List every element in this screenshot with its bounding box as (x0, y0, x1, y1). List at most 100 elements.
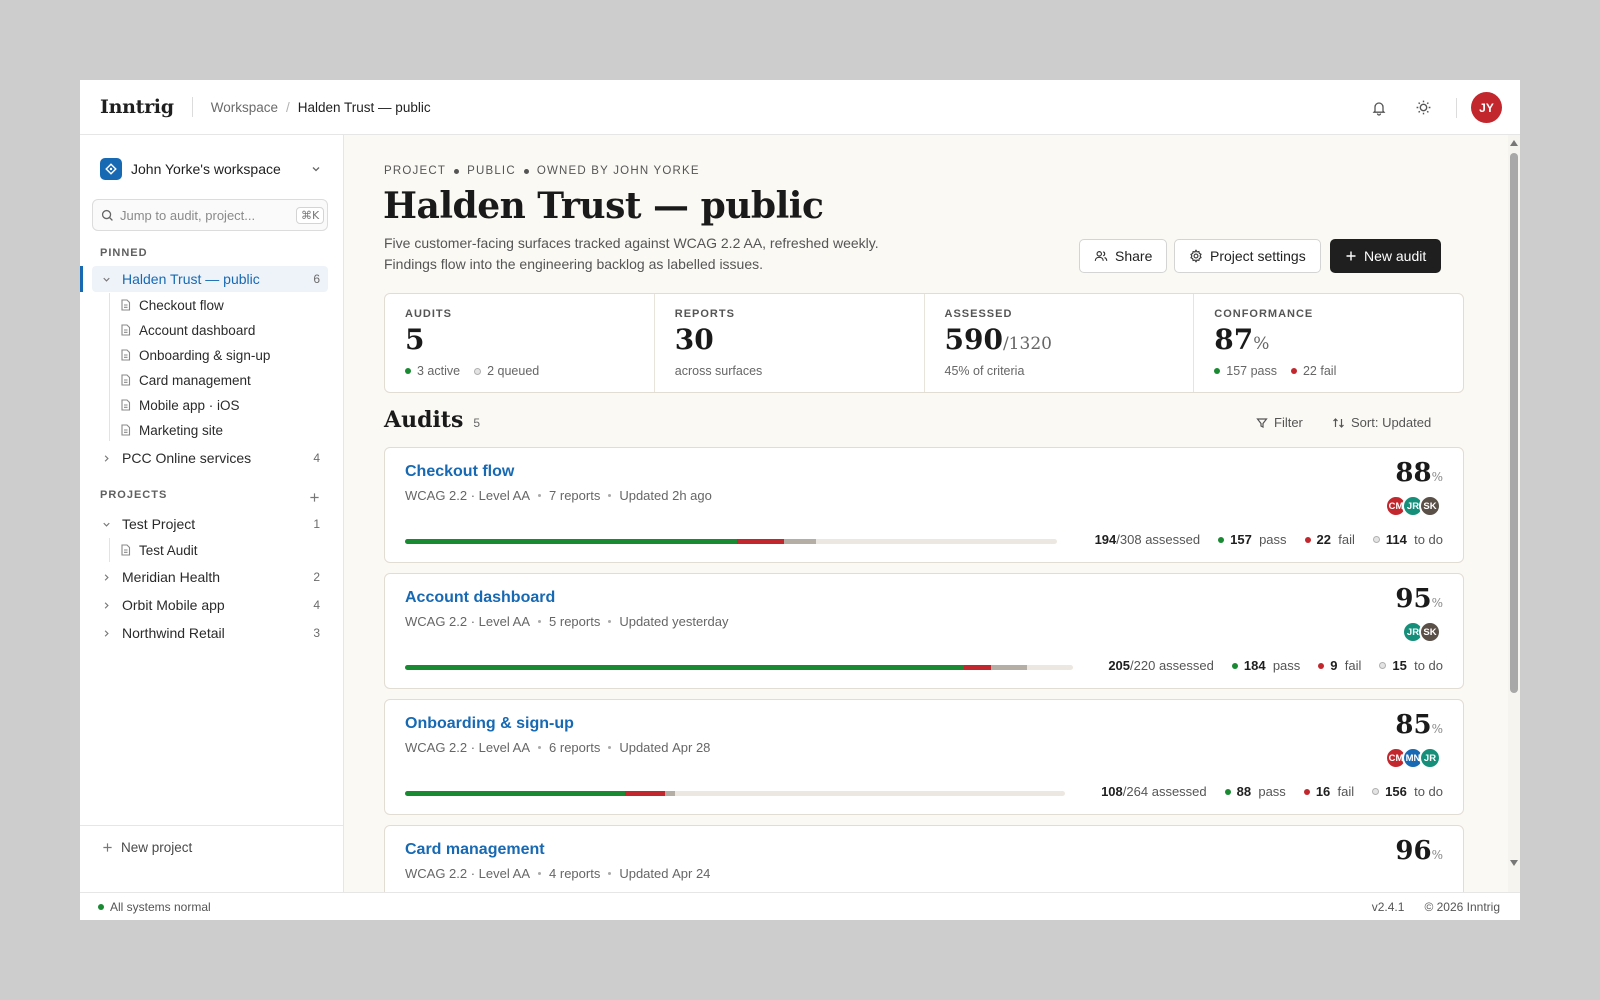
audit-standard: WCAG 2.2 · Level AA (405, 614, 530, 629)
chevron-right-icon[interactable] (98, 453, 114, 464)
meta-dot (538, 620, 541, 623)
audit-stats: 205/220 assessed 184 pass 9 fail 15 to d… (1108, 658, 1443, 673)
chevron-right-icon[interactable] (98, 628, 114, 639)
audit-pct: 96 (1395, 836, 1432, 866)
audit-title-link[interactable]: Checkout flow (405, 463, 514, 481)
app-window: Inntrig Workspace / Halden Trust — publi… (80, 80, 1520, 920)
audit-title-link[interactable]: Card management (405, 841, 545, 859)
audit-card[interactable]: Checkout flow WCAG 2.2 · Level AA 7 repo… (384, 447, 1464, 563)
avatar[interactable]: SK (1419, 621, 1441, 643)
stat-value: 30 (674, 323, 714, 356)
audit-updated: yesterday (672, 614, 729, 629)
sidebar-item-test-project[interactable]: Test Project 1 (92, 511, 328, 537)
stat-sub: 3 active 2 queued (405, 364, 539, 378)
audit-pct: 88 (1395, 458, 1432, 488)
audit-updated: 2h ago (672, 488, 712, 503)
audit-pct-unit: % (1431, 848, 1443, 862)
sidebar-item-halden-trust[interactable]: Halden Trust — public 6 (92, 266, 328, 292)
audit-card[interactable]: Account dashboard WCAG 2.2 · Level AA 5 … (384, 573, 1464, 689)
todo-stat: 156 to do (1372, 784, 1443, 799)
chevron-right-icon[interactable] (98, 572, 114, 583)
stat-label: ASSESSED (944, 308, 1013, 320)
progress-pass (405, 539, 737, 544)
sidebar-item-count: 4 (313, 451, 320, 465)
avatar[interactable]: JR (1419, 747, 1441, 769)
bell-icon[interactable] (1368, 97, 1390, 119)
audit-updated-label: Updated (619, 866, 669, 881)
project-settings-button[interactable]: Project settings (1174, 239, 1321, 273)
sidebar-child-account-dashboard[interactable]: Account dashboard (104, 318, 328, 342)
audit-assignees: JR SK (1402, 621, 1441, 643)
status-bar: All systems normal v2.4.1 © 2026 Inntrig (80, 892, 1520, 920)
search-input[interactable] (120, 207, 296, 223)
sun-icon[interactable] (1412, 97, 1434, 119)
sidebar-item-count: 3 (313, 626, 320, 640)
audit-reports: 4 (549, 866, 557, 881)
chevron-down-icon[interactable] (98, 519, 114, 530)
audit-reports-label: reports (559, 614, 601, 629)
audits-title: Audits (384, 407, 464, 433)
chevron-down-icon[interactable] (98, 274, 114, 285)
queued-dot (474, 367, 482, 375)
new-audit-button[interactable]: New audit (1330, 239, 1442, 273)
sidebar-item-meridian-health[interactable]: Meridian Health 2 (92, 564, 328, 590)
sidebar-item-orbit-mobile[interactable]: Orbit Mobile app 4 (92, 592, 328, 618)
breadcrumb-workspace[interactable]: Workspace (211, 100, 278, 115)
sidebar-item-count: 6 (313, 272, 320, 286)
avatar[interactable]: SK (1419, 495, 1441, 517)
project-description: Five customer-facing surfaces tracked ag… (384, 233, 964, 275)
filter-button[interactable]: Filter (1256, 415, 1303, 430)
pass-label: pass (1272, 658, 1301, 673)
scroll-down-icon[interactable] (1510, 859, 1518, 867)
audit-title-link[interactable]: Account dashboard (405, 589, 555, 607)
pass-label: pass (1258, 784, 1286, 799)
filter-label: Filter (1274, 415, 1303, 430)
eyebrow-dot (454, 168, 460, 174)
audit-reports: 7 (549, 488, 557, 503)
audit-title-link[interactable]: Onboarding & sign-up (405, 715, 574, 733)
audit-meta: WCAG 2.2 · Level AA 7 reports Updated 2h… (405, 488, 712, 503)
assessed-stat: 194/308 assessed (1095, 532, 1201, 547)
brand-logo[interactable]: Inntrig (100, 96, 174, 118)
chevron-down-icon (310, 163, 322, 175)
sidebar-child-test-audit[interactable]: Test Audit (104, 538, 328, 562)
audit-pct-unit: % (1431, 470, 1443, 484)
assessed-total: /1320 (1002, 334, 1052, 354)
audit-card[interactable]: Onboarding & sign-up WCAG 2.2 · Level AA… (384, 699, 1464, 815)
sidebar-child-marketing-site[interactable]: Marketing site (104, 418, 328, 442)
scrollbar[interactable] (1508, 135, 1520, 892)
add-project-icon[interactable] (306, 489, 322, 505)
chevron-right-icon[interactable] (98, 600, 114, 611)
sidebar-item-northwind-retail[interactable]: Northwind Retail 3 (92, 620, 328, 646)
pass-count: 157 pass (1226, 364, 1277, 378)
sidebar-child-card-management[interactable]: Card management (104, 368, 328, 392)
audit-reports: 6 (549, 740, 557, 755)
fail-count: 9 (1330, 658, 1338, 673)
sort-button[interactable]: Sort: Updated (1332, 415, 1431, 430)
sidebar-child-checkout-flow[interactable]: Checkout flow (104, 293, 328, 317)
user-avatar[interactable]: JY (1471, 92, 1502, 123)
audit-meta: WCAG 2.2 · Level AA 5 reports Updated ye… (405, 614, 728, 629)
scroll-thumb[interactable] (1510, 153, 1518, 693)
assessed-label: assessed (1158, 658, 1214, 673)
active-count: 3 active (417, 364, 461, 378)
stat-reports: REPORTS 30 across surfaces (655, 294, 925, 392)
scroll-up-icon[interactable] (1510, 139, 1518, 147)
sidebar-child-mobile-app-ios[interactable]: Mobile app · iOS (104, 393, 328, 417)
stat-label: AUDITS (405, 308, 452, 320)
sort-icon (1332, 417, 1345, 429)
audit-card[interactable]: Card management WCAG 2.2 · Level AA 4 re… (384, 825, 1464, 892)
workspace-switcher[interactable]: John Yorke's workspace (100, 157, 326, 181)
progress-other (991, 665, 1027, 670)
fail-stat: 16 fail (1303, 784, 1354, 799)
sidebar-item-pcc-online[interactable]: PCC Online services 4 (92, 445, 328, 471)
top-actions: JY (1346, 80, 1502, 135)
sidebar-child-onboarding[interactable]: Onboarding & sign-up (104, 343, 328, 367)
todo-count: 156 (1385, 784, 1407, 799)
sidebar-item-label: Northwind Retail (122, 625, 225, 641)
audit-pct-unit: % (1431, 596, 1443, 610)
share-button[interactable]: Share (1079, 239, 1168, 273)
new-project-button[interactable]: New project (80, 825, 344, 869)
eyebrow-owner: OWNED BY JOHN YORKE (536, 165, 700, 177)
todo-stat: 15 to do (1379, 658, 1443, 673)
